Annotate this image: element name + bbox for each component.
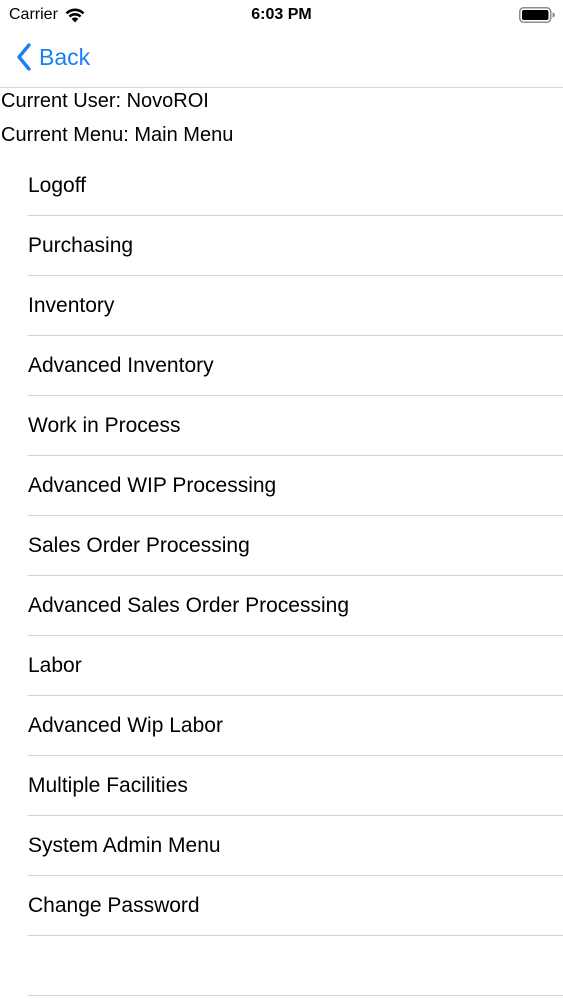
menu-item-label: Advanced Inventory — [28, 353, 214, 377]
back-button[interactable]: Back — [16, 41, 90, 73]
menu-item-label: Multiple Facilities — [28, 773, 188, 797]
menu-item-label: Purchasing — [28, 233, 134, 257]
current-menu-text: Current Menu: Main Menu — [1, 124, 234, 146]
menu-item-label: Inventory — [28, 293, 115, 317]
menu-item-label: System Admin Menu — [28, 833, 221, 857]
menu-item-advanced-wip-processing[interactable]: Advanced WIP Processing — [28, 456, 563, 516]
menu-item-inventory[interactable]: Inventory — [28, 276, 563, 336]
current-user-text: Current User: NovoROI — [1, 90, 209, 112]
menu-item-work-in-process[interactable]: Work in Process — [28, 396, 563, 456]
menu-item-label: Sales Order Processing — [28, 533, 250, 557]
menu-item-label: Labor — [28, 653, 82, 677]
battery-icon — [519, 7, 555, 23]
menu-item-advanced-sales-order-processing[interactable]: Advanced Sales Order Processing — [28, 576, 563, 636]
chevron-left-icon — [17, 43, 31, 71]
menu-item-multiple-facilities[interactable]: Multiple Facilities — [28, 756, 563, 816]
menu-item-label: Logoff — [28, 173, 87, 197]
menu-item-change-password[interactable]: Change Password — [28, 876, 563, 936]
menu-item-label: Advanced Sales Order Processing — [28, 593, 349, 617]
main-menu-list: Logoff Purchasing Inventory Advanced Inv… — [0, 156, 563, 996]
back-button-label: Back — [39, 44, 91, 70]
navigation-bar: Back — [0, 30, 563, 88]
menu-item-advanced-wip-labor[interactable]: Advanced Wip Labor — [28, 696, 563, 756]
status-time: 6:03 PM — [251, 6, 312, 23]
menu-item-system-admin-menu[interactable]: System Admin Menu — [28, 816, 563, 876]
menu-item-sales-order-processing[interactable]: Sales Order Processing — [28, 516, 563, 576]
menu-item-label: Work in Process — [28, 413, 181, 437]
menu-item-logoff[interactable]: Logoff — [28, 156, 563, 216]
menu-item-label: Advanced WIP Processing — [28, 473, 277, 497]
menu-item-advanced-inventory[interactable]: Advanced Inventory — [28, 336, 563, 396]
menu-item-labor[interactable]: Labor — [28, 636, 563, 696]
status-bar: Carrier 6:03 PM — [0, 0, 563, 30]
menu-item-purchasing[interactable]: Purchasing — [28, 216, 563, 276]
menu-item-label: Change Password — [28, 893, 200, 917]
menu-item-empty — [28, 936, 563, 996]
menu-item-label: Advanced Wip Labor — [28, 713, 223, 737]
